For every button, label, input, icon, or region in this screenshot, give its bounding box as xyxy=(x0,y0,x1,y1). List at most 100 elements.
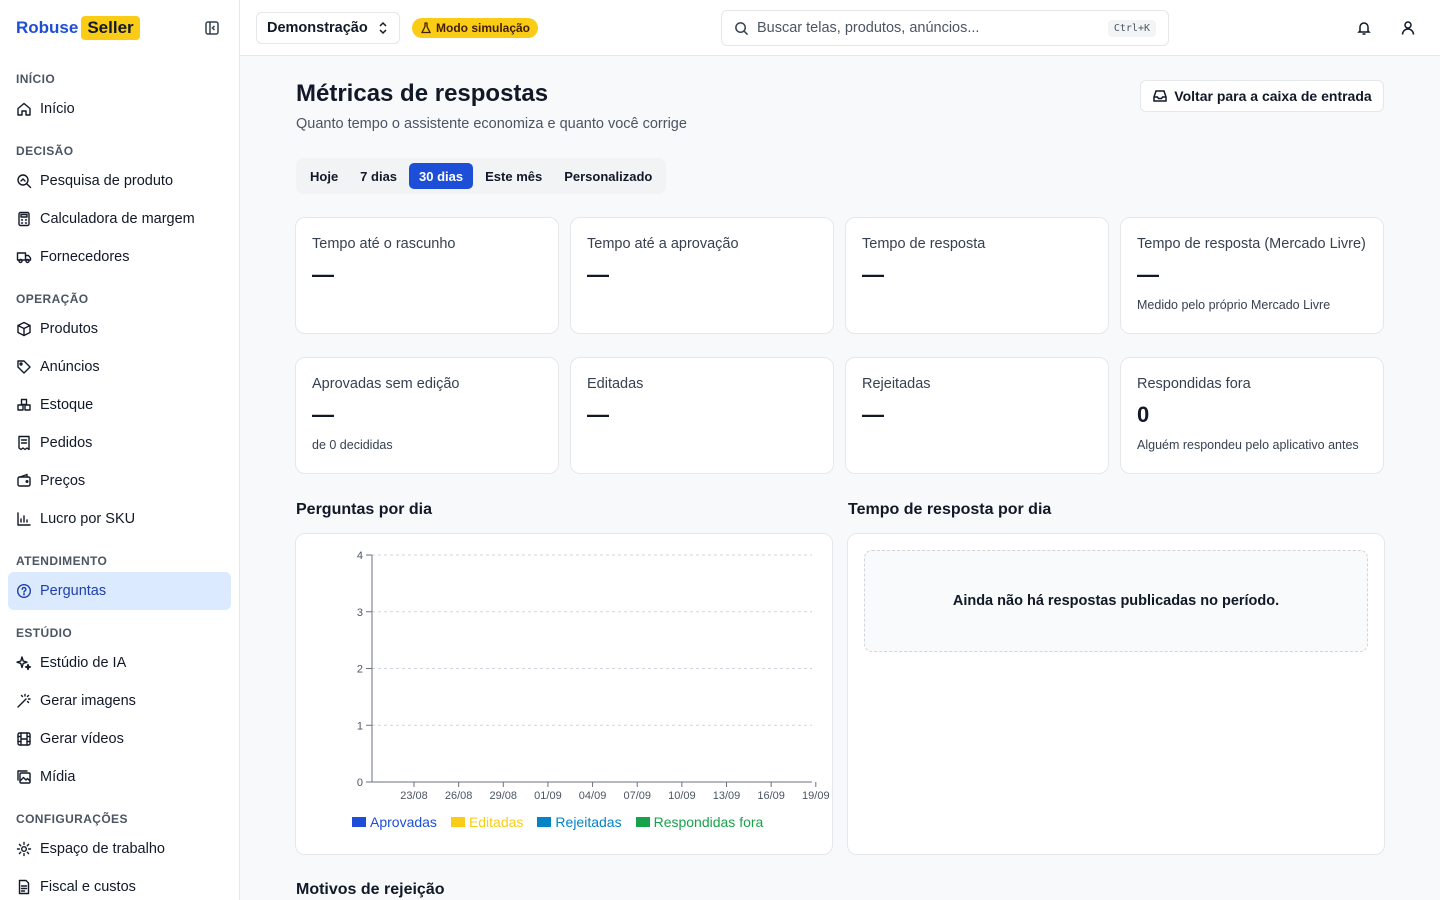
legend-swatch xyxy=(537,817,552,827)
metric-value: — xyxy=(312,262,334,287)
sidebar-item-midia[interactable]: Mídia xyxy=(8,758,231,796)
sidebar-item-label: Início xyxy=(40,101,75,117)
metric-note: Alguém respondeu pelo aplicativo antes xyxy=(1137,438,1359,452)
y-tick-label: 3 xyxy=(357,607,363,619)
sidebar-item-label: Gerar imagens xyxy=(40,693,136,709)
workspace-selector[interactable]: Demonstração xyxy=(256,12,400,44)
chart-legend: Aprovadas Editadas Rejeitadas Respondidas f… xyxy=(352,814,763,830)
simulation-mode-label: Modo simulação xyxy=(436,21,531,35)
metric-value: — xyxy=(587,402,609,427)
sidebar-item-inicio[interactable]: Início xyxy=(8,90,231,128)
range-tab[interactable]: 7 dias xyxy=(350,163,407,189)
sidebar-item-label: Estúdio de IA xyxy=(40,655,127,671)
sidebar-item-perguntas[interactable]: Perguntas xyxy=(8,572,231,610)
notifications-button[interactable] xyxy=(1354,18,1374,38)
sparkles-icon xyxy=(16,656,32,671)
nav-section-title: OPERAÇÃO xyxy=(16,292,89,306)
rejection-reasons-title: Motivos de rejeição xyxy=(296,881,445,898)
search-icon xyxy=(735,21,749,35)
y-tick-label: 2 xyxy=(357,664,363,676)
account-button[interactable] xyxy=(1398,18,1418,38)
x-tick-label: 04/09 xyxy=(579,790,607,802)
metric-card: Tempo até a aprovação — xyxy=(570,217,834,334)
sidebar-item-pesquisa-de-produto[interactable]: Pesquisa de produto xyxy=(8,162,231,200)
sidebar-item-label: Mídia xyxy=(40,769,76,785)
sidebar-item-produtos[interactable]: Produtos xyxy=(8,310,231,348)
collapse-sidebar-button[interactable] xyxy=(201,17,223,39)
sidebar-item-precos[interactable]: Preços xyxy=(8,462,231,500)
inbox-icon xyxy=(1153,90,1168,102)
wallet-icon xyxy=(17,473,31,487)
x-tick-label: 19/09 xyxy=(802,790,830,802)
receipt-icon xyxy=(18,435,30,451)
metric-card: Respondidas fora 0 Alguém respondeu pelo… xyxy=(1120,357,1384,474)
sidebar-item-pedidos[interactable]: Pedidos xyxy=(8,424,231,462)
sidebar-item-lucro-por-sku[interactable]: Lucro por SKU xyxy=(8,500,231,538)
search-shortcut-hint: Ctrl+K xyxy=(1107,19,1156,37)
bar-chart-icon xyxy=(17,512,31,526)
page-title: Métricas de respostas xyxy=(296,80,549,107)
sidebar-item-gerar-imagens[interactable]: Gerar imagens xyxy=(8,682,231,720)
sidebar-item-label: Lucro por SKU xyxy=(40,511,136,527)
brand-logo[interactable]: Robuse Seller xyxy=(16,16,140,40)
brand-name-part2: Seller xyxy=(81,16,140,40)
legend-item[interactable]: Aprovadas xyxy=(352,814,437,830)
legend-swatch xyxy=(352,817,366,827)
legend-item[interactable]: Respondidas fora xyxy=(635,814,763,830)
x-tick-label: 23/08 xyxy=(400,790,428,802)
x-tick-label: 13/09 xyxy=(713,790,741,802)
workspace-name: Demonstração xyxy=(267,20,368,36)
response-time-per-day-title: Tempo de resposta por dia xyxy=(848,501,1052,518)
legend-label: Rejeitadas xyxy=(555,814,622,830)
truck-icon xyxy=(16,252,32,264)
nav-section-title: DECISÃO xyxy=(16,144,74,158)
sidebar-item-label: Gerar vídeos xyxy=(40,731,124,747)
tag-icon xyxy=(17,360,31,374)
sidebar-item-estudio-de-ia[interactable]: Estúdio de IA xyxy=(8,644,231,682)
chevron-updown-icon xyxy=(379,21,387,35)
sidebar: Robuse Seller INÍCIO Início DECISÃO Pesquis… xyxy=(0,0,240,900)
sidebar-item-label: Fornecedores xyxy=(40,249,130,265)
home-icon xyxy=(17,102,31,116)
metric-note: de 0 decididas xyxy=(312,438,393,452)
page-subtitle: Quanto tempo o assistente economiza e qu… xyxy=(296,116,687,132)
x-tick-label: 16/09 xyxy=(757,790,785,802)
x-tick-label: 10/09 xyxy=(668,790,696,802)
nav-section-title: CONFIGURAÇÕES xyxy=(16,812,128,826)
metric-label: Tempo de resposta (Mercado Livre) xyxy=(1137,236,1366,252)
simulation-mode-badge: Modo simulação xyxy=(412,18,539,38)
y-tick-label: 1 xyxy=(357,720,363,732)
sidebar-item-calculadora-de-margem[interactable]: Calculadora de margem xyxy=(8,200,231,238)
wand-icon xyxy=(17,693,31,708)
legend-item[interactable]: Rejeitadas xyxy=(537,814,622,830)
sidebar-item-estoque[interactable]: Estoque xyxy=(8,386,231,424)
sidebar-item-espaco-de-trabalho[interactable]: Espaço de trabalho xyxy=(8,830,231,868)
sidebar-item-fornecedores[interactable]: Fornecedores xyxy=(8,238,231,276)
top-bar: Demonstração Modo simulação Ctrl+K xyxy=(240,0,1440,56)
search-input[interactable] xyxy=(757,20,1108,36)
sidebar-item-anuncios[interactable]: Anúncios xyxy=(8,348,231,386)
search-box[interactable]: Ctrl+K xyxy=(721,10,1169,46)
legend-label: Aprovadas xyxy=(370,814,437,830)
sidebar-toggle-icon xyxy=(205,21,219,35)
package-icon xyxy=(17,321,31,337)
metric-label: Tempo até o rascunho xyxy=(312,236,456,252)
legend-item[interactable]: Editadas xyxy=(450,814,523,830)
nav-section-title: ESTÚDIO xyxy=(16,626,73,640)
sidebar-item-label: Fiscal e custos xyxy=(40,879,136,895)
legend-swatch xyxy=(635,817,650,827)
search-chart-icon xyxy=(17,174,32,189)
range-tab[interactable]: Este mês xyxy=(475,163,552,189)
metric-label: Respondidas fora xyxy=(1137,376,1251,392)
sidebar-item-gerar-videos[interactable]: Gerar vídeos xyxy=(8,720,231,758)
back-to-inbox-button[interactable]: Voltar para a caixa de entrada xyxy=(1140,80,1384,112)
sidebar-nav: INÍCIO Início DECISÃO Pesquisa de produto Ca… xyxy=(0,56,239,900)
sidebar-item-fiscal-e-custos[interactable]: Fiscal e custos xyxy=(8,868,231,900)
film-icon xyxy=(17,732,31,746)
metric-card: Tempo de resposta — xyxy=(845,217,1109,334)
range-tab[interactable]: 30 dias xyxy=(409,163,474,189)
metric-note: Medido pelo próprio Mercado Livre xyxy=(1137,298,1331,312)
range-tab[interactable]: Personalizado xyxy=(554,163,662,189)
metric-label: Tempo até a aprovação xyxy=(587,236,739,252)
range-tab[interactable]: Hoje xyxy=(300,163,348,189)
